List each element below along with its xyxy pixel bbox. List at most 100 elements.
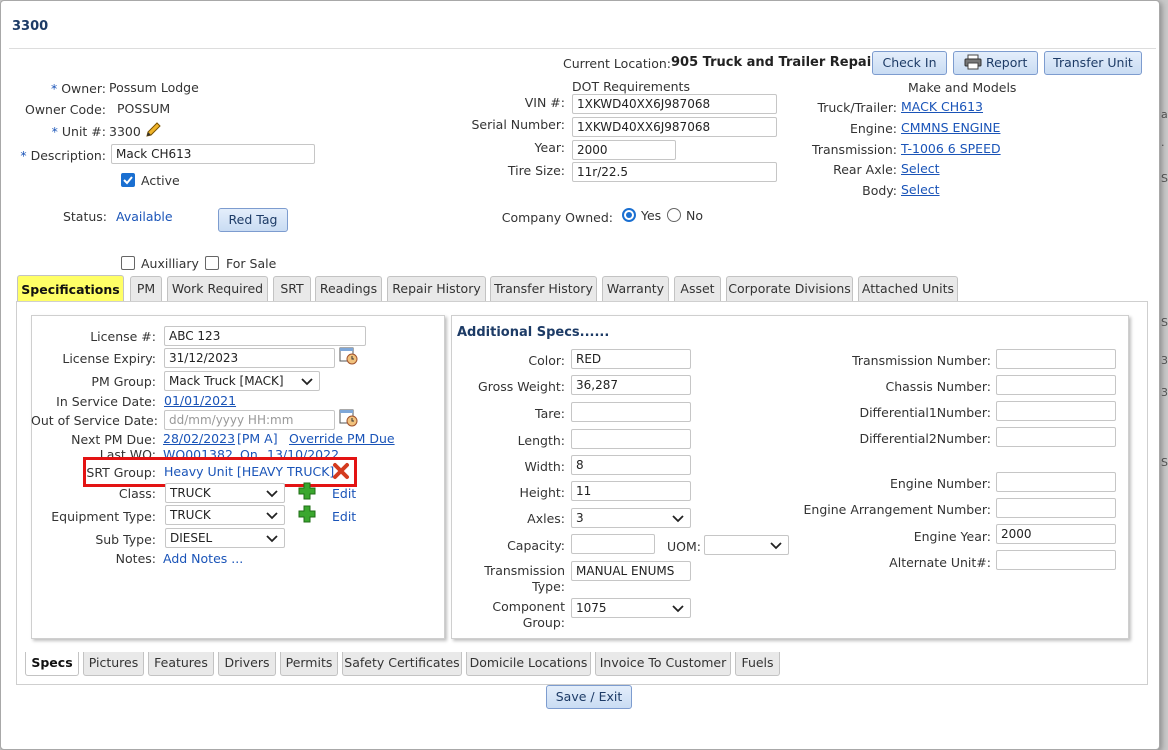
differential1-number-input[interactable] [996, 401, 1116, 421]
differential2-number-input[interactable] [996, 427, 1116, 447]
year-label: Year: [534, 140, 565, 155]
license-input[interactable]: ABC 123 [164, 326, 366, 346]
width-input[interactable]: 8 [571, 455, 691, 475]
differential1-number-label: Differential1Number: [859, 405, 991, 420]
additional-specs-title: Additional Specs...... [457, 325, 610, 340]
transmission-label: Transmission: [812, 142, 897, 157]
differential2-number-label: Differential2Number: [859, 431, 991, 446]
capacity-label: Capacity: [507, 538, 565, 553]
pm-group-select[interactable]: Mack Truck [MACK] [164, 371, 320, 391]
company-owned-yes-radio[interactable] [622, 208, 636, 222]
bottom-tab-drivers[interactable]: Drivers [218, 652, 276, 676]
year-input[interactable]: 2000 [572, 140, 676, 160]
chevron-down-icon [266, 512, 278, 520]
engine-year-input[interactable]: 2000 [996, 524, 1116, 544]
tab-srt[interactable]: SRT [273, 276, 311, 301]
height-input[interactable]: 11 [571, 481, 691, 501]
equipment-type-select[interactable]: TRUCK [165, 505, 285, 525]
rear-axle-select-link[interactable]: Select [901, 161, 940, 176]
red-tag-button[interactable]: Red Tag [218, 208, 288, 232]
tab-pm[interactable]: PM [130, 276, 162, 301]
calendar-clock-icon[interactable] [339, 408, 359, 428]
axles-label: Axles: [527, 511, 565, 526]
check-in-button[interactable]: Check In [872, 51, 947, 75]
chassis-number-input[interactable] [996, 375, 1116, 395]
tab-warranty[interactable]: Warranty [602, 276, 669, 301]
dialog-title: 3300 [12, 19, 49, 34]
tab-work-required[interactable]: Work Required [167, 276, 268, 301]
capacity-input[interactable] [571, 534, 655, 554]
bottom-tab-features[interactable]: Features [148, 652, 214, 676]
active-checkbox[interactable] [121, 173, 135, 187]
auxiliary-checkbox[interactable] [121, 256, 135, 270]
body-label: Body: [862, 183, 897, 198]
tab-corporate-divisions[interactable]: Corporate Divisions [726, 276, 853, 301]
company-owned-no-radio[interactable] [667, 208, 681, 222]
pencil-edit-icon[interactable] [144, 121, 162, 139]
engine-link[interactable]: CMMNS ENGINE [901, 120, 1000, 135]
color-input[interactable]: RED [571, 349, 691, 369]
chassis-number-label: Chassis Number: [885, 379, 992, 394]
vin-input[interactable]: 1XKWD40XX6J987068 [572, 94, 777, 114]
save-exit-button[interactable]: Save / Exit [546, 685, 632, 709]
tire-size-input[interactable]: 11r/22.5 [572, 162, 777, 182]
chevron-down-icon [770, 542, 782, 550]
license-label: License #: [90, 329, 156, 344]
transmission-number-input[interactable] [996, 349, 1116, 369]
tab-attached-units[interactable]: Attached Units [858, 276, 958, 301]
out-of-service-date-input[interactable]: dd/mm/yyyy HH:mm [164, 410, 335, 430]
report-button[interactable]: Report [953, 51, 1038, 75]
for-sale-checkbox[interactable] [205, 256, 219, 270]
bottom-tab-domicile-locations[interactable]: Domicile Locations [466, 652, 591, 676]
add-plus-icon[interactable] [298, 505, 316, 523]
bottom-tab-safety-certificates[interactable]: Safety Certificates [342, 652, 462, 676]
equipment-type-edit-link[interactable]: Edit [332, 509, 356, 524]
calendar-clock-icon[interactable] [339, 346, 359, 366]
truck-trailer-link[interactable]: MACK CH613 [901, 99, 983, 114]
class-edit-link[interactable]: Edit [332, 486, 356, 501]
transmission-type-input[interactable]: MANUAL ENUMS [571, 561, 691, 581]
alternate-unit-input[interactable] [996, 550, 1116, 570]
axles-select[interactable]: 3 [571, 508, 691, 528]
transfer-unit-button[interactable]: Transfer Unit [1044, 51, 1142, 75]
chevron-down-icon [672, 605, 684, 613]
tare-input[interactable] [571, 402, 691, 422]
tab-transfer-history[interactable]: Transfer History [490, 276, 597, 301]
class-select[interactable]: TRUCK [165, 483, 285, 503]
serial-number-input[interactable]: 1XKWD40XX6J987068 [572, 117, 777, 137]
length-input[interactable] [571, 429, 691, 449]
owner-value: Possum Lodge [109, 80, 199, 95]
tab-specifications[interactable]: Specifications [17, 275, 124, 303]
tab-asset[interactable]: Asset [674, 276, 721, 301]
override-pm-due-link[interactable]: Override PM Due [289, 431, 395, 446]
engine-number-input[interactable] [996, 472, 1116, 492]
transmission-link[interactable]: T-1006 6 SPEED [901, 141, 1001, 156]
in-service-date-link[interactable]: 01/01/2021 [164, 393, 236, 408]
add-notes-link[interactable]: Add Notes ... [163, 551, 243, 566]
srt-group-link[interactable]: Heavy Unit [HEAVY TRUCK] [164, 464, 334, 479]
remove-x-icon[interactable] [332, 462, 350, 480]
description-input[interactable]: Mack CH613 [111, 144, 315, 164]
sub-type-select[interactable]: DIESEL [165, 528, 285, 548]
gross-weight-input[interactable]: 36,287 [571, 375, 691, 395]
engine-number-label: Engine Number: [889, 476, 991, 491]
sub-type-label: Sub Type: [95, 532, 156, 547]
transmission-type-label: Transmission Type: [484, 563, 565, 594]
uom-select[interactable] [704, 535, 789, 555]
active-label: Active [141, 173, 180, 188]
height-label: Height: [519, 485, 565, 500]
add-plus-icon[interactable] [298, 482, 316, 500]
equipment-type-label: Equipment Type: [51, 509, 156, 524]
bottom-tab-permits[interactable]: Permits [280, 652, 338, 676]
tab-repair-history[interactable]: Repair History [387, 276, 486, 301]
license-expiry-input[interactable]: 31/12/2023 [164, 348, 335, 368]
engine-arrangement-number-input[interactable] [996, 498, 1116, 518]
tab-readings[interactable]: Readings [315, 276, 382, 301]
bottom-tab-pictures[interactable]: Pictures [83, 652, 144, 676]
next-pm-due-link[interactable]: 28/02/2023 [163, 431, 235, 446]
body-select-link[interactable]: Select [901, 182, 940, 197]
bottom-tab-fuels[interactable]: Fuels [735, 652, 780, 676]
component-group-select[interactable]: 1075 [571, 598, 691, 618]
bottom-tab-specs[interactable]: Specs [25, 652, 79, 676]
bottom-tab-invoice-to-customer[interactable]: Invoice To Customer [595, 652, 731, 676]
